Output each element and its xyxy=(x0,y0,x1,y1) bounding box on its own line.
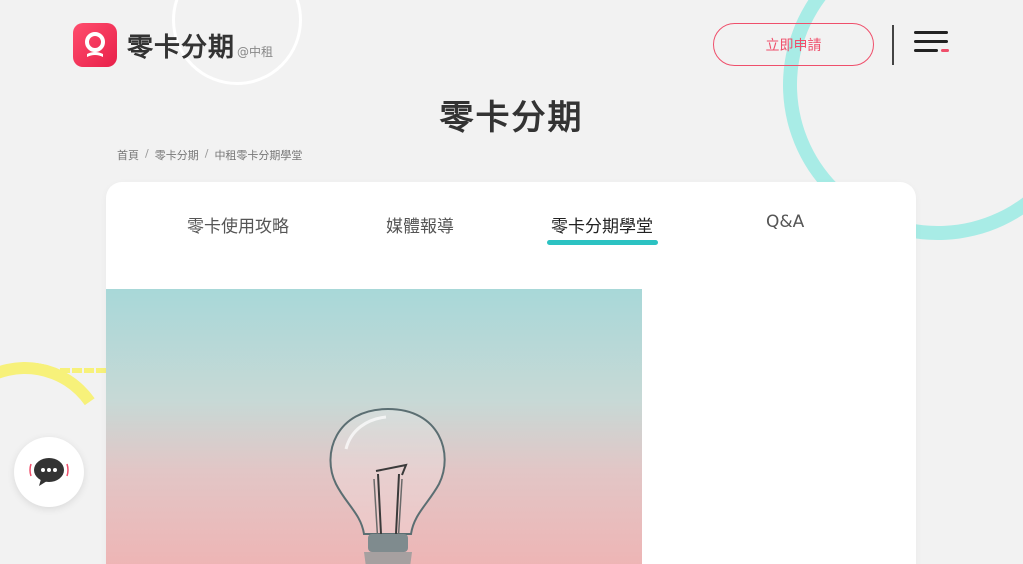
tab-usage-guide[interactable]: 零卡使用攻略 xyxy=(187,212,289,237)
tab-installment-academy[interactable]: 零卡分期學堂 xyxy=(551,212,653,237)
logo-icon xyxy=(73,23,117,67)
decorative-yellow-dash xyxy=(60,368,106,373)
breadcrumb-home[interactable]: 首頁 xyxy=(117,147,139,163)
logo-text: 零卡分期 xyxy=(127,32,236,63)
breadcrumb-current[interactable]: 中租零卡分期學堂 xyxy=(214,147,302,163)
breadcrumb-zero-card[interactable]: 零卡分期 xyxy=(155,147,199,163)
chat-bubble-icon[interactable] xyxy=(14,437,84,507)
apply-now-button[interactable]: 立即申請 xyxy=(713,23,874,66)
site-logo[interactable]: 零卡分期 @中租 xyxy=(73,23,273,67)
tab-bar: 零卡使用攻略 媒體報導 零卡分期學堂 Q&A xyxy=(106,212,916,252)
lightbulb-image[interactable] xyxy=(106,289,642,564)
header-divider xyxy=(892,25,894,65)
logo-subtext: @中租 xyxy=(237,44,274,59)
active-tab-indicator xyxy=(547,240,658,245)
tab-media-reports[interactable]: 媒體報導 xyxy=(386,212,454,237)
page-title: 零卡分期 xyxy=(439,98,584,138)
tab-qa[interactable]: Q&A xyxy=(766,212,804,232)
breadcrumb-separator: / xyxy=(204,147,209,160)
content-card: 零卡使用攻略 媒體報導 零卡分期學堂 Q&A xyxy=(106,182,916,564)
breadcrumb-separator: / xyxy=(145,147,149,160)
hamburger-menu-icon[interactable] xyxy=(914,31,950,55)
breadcrumb: 首頁 / 零卡分期 / 中租零卡分期學堂 xyxy=(117,147,302,163)
